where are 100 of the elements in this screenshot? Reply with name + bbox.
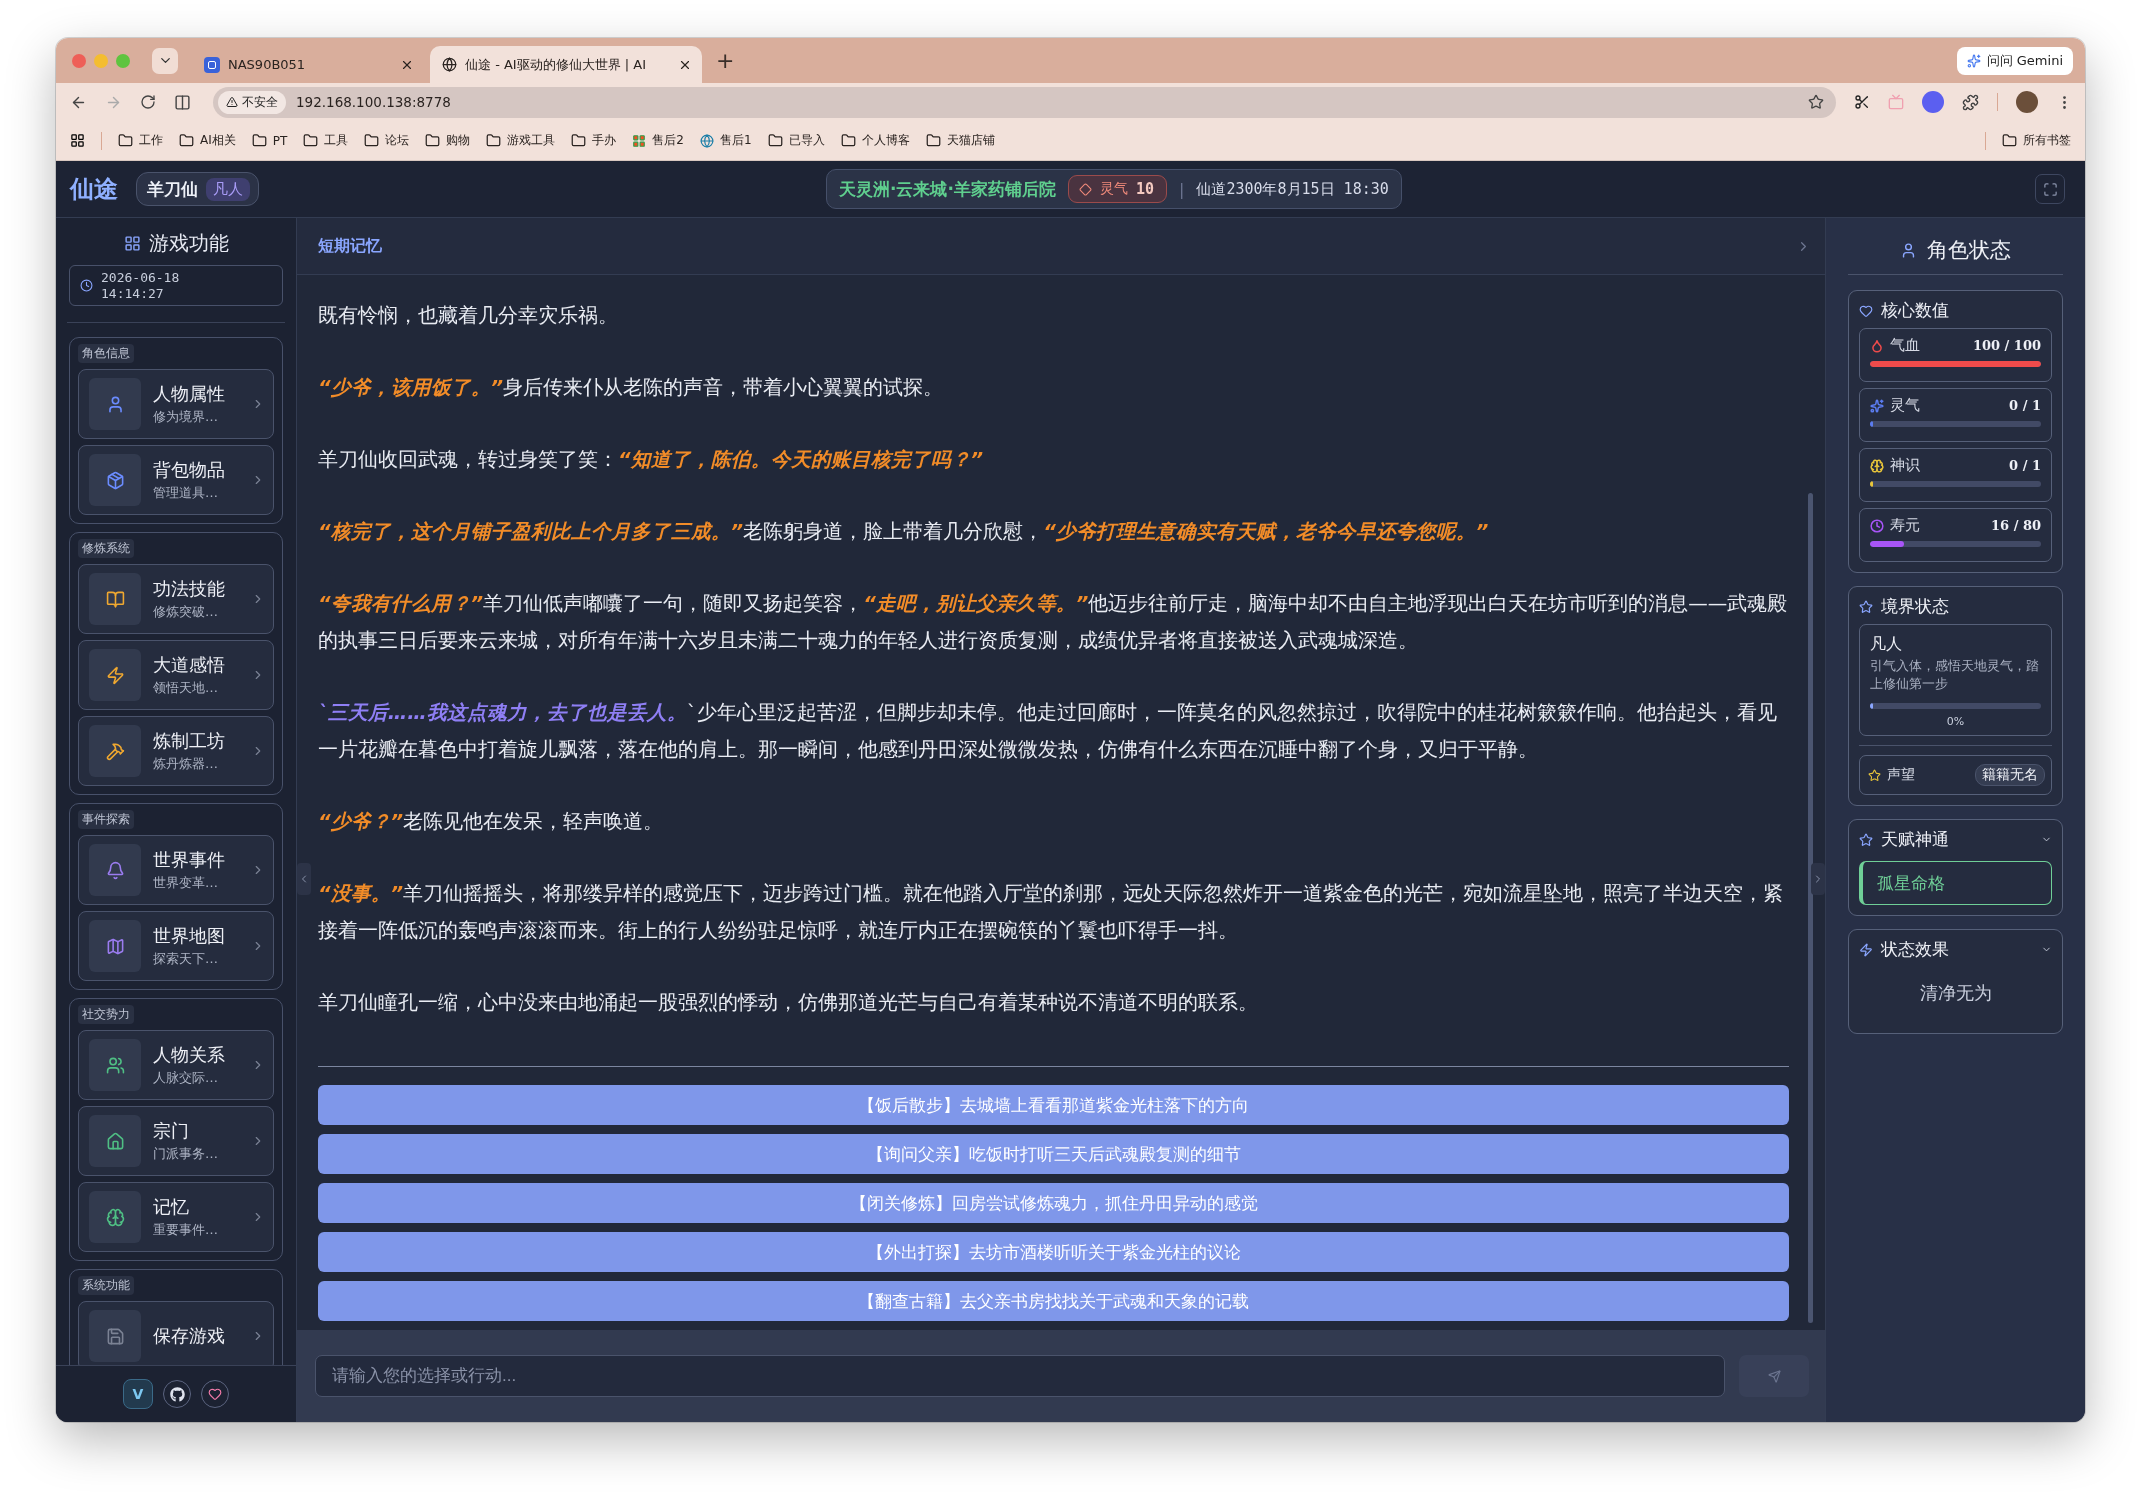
item-subtitle: 修炼突破… bbox=[153, 603, 219, 622]
bookmark[interactable]: 游戏工具 bbox=[486, 132, 556, 149]
profile-avatar[interactable] bbox=[2016, 91, 2038, 113]
memory-bar[interactable]: 短期记忆 bbox=[297, 218, 1825, 275]
menu-item[interactable]: 人物关系 人脉交际… bbox=[78, 1030, 274, 1101]
spirit-label: 灵气 bbox=[1099, 180, 1128, 198]
group-title: 事件探索 bbox=[78, 810, 134, 830]
bookmark[interactable]: 工作 bbox=[118, 132, 163, 149]
item-subtitle: 探索天下… bbox=[153, 950, 219, 969]
bookmark[interactable]: 售后2 bbox=[632, 132, 684, 149]
story-paragraph: “少爷？”老陈见他在发呆，轻声唤道。 bbox=[318, 809, 665, 835]
sparkle-icon bbox=[1966, 53, 1981, 68]
clock-icon bbox=[80, 279, 93, 293]
person-icon bbox=[1900, 241, 1917, 259]
talent-tag: 孤星命格 bbox=[1859, 861, 2052, 905]
tab-title: NAS90B051 bbox=[228, 57, 307, 72]
split-view-icon[interactable] bbox=[174, 93, 191, 111]
version-button[interactable]: V bbox=[123, 1379, 153, 1409]
action-input[interactable]: 请输入您的选择或行动... bbox=[315, 1355, 1725, 1397]
extension-icon[interactable] bbox=[1922, 91, 1944, 113]
send-icon bbox=[1767, 1369, 1781, 1383]
folder-icon bbox=[2002, 133, 2017, 148]
folder-icon bbox=[425, 133, 441, 148]
new-tab-button[interactable]: + bbox=[708, 49, 743, 72]
bookmark[interactable]: 购物 bbox=[425, 132, 471, 149]
card-title: 状态效果 bbox=[1881, 938, 1949, 961]
url-text: 192.168.100.138:8778 bbox=[296, 94, 452, 110]
item-title: 记忆 bbox=[153, 1195, 190, 1220]
browser-tab[interactable]: NAS90B051 bbox=[192, 46, 424, 83]
collapse-right-button[interactable] bbox=[1811, 863, 1825, 895]
address-bar[interactable]: 不安全 192.168.100.138:8778 bbox=[213, 86, 1836, 118]
item-title: 世界事件 bbox=[153, 848, 226, 873]
stat-label: 灵气 bbox=[1890, 396, 1920, 415]
security-chip[interactable]: 不安全 bbox=[218, 90, 286, 114]
menu-item[interactable]: 功法技能 修炼突破… bbox=[78, 564, 274, 635]
scissors-icon[interactable] bbox=[1854, 94, 1870, 110]
stat-icon bbox=[1870, 338, 1884, 353]
bookmark[interactable]: 已导入 bbox=[767, 132, 825, 149]
folder-icon bbox=[251, 133, 267, 148]
item-title: 功法技能 bbox=[153, 577, 226, 602]
bookmark[interactable]: 天猫店铺 bbox=[925, 132, 995, 149]
stat-label: 神识 bbox=[1890, 456, 1920, 475]
group-title: 系统功能 bbox=[78, 1276, 134, 1296]
menu-item[interactable]: 炼制工坊 炼丹炼器… bbox=[78, 716, 274, 787]
player-name: 羊刀仙 bbox=[147, 177, 198, 201]
group-title: 角色信息 bbox=[78, 344, 134, 364]
star-icon bbox=[1868, 768, 1881, 782]
folder-icon bbox=[925, 133, 941, 148]
menu-item[interactable]: 大道感悟 领悟天地… bbox=[78, 640, 274, 711]
tab-list-button[interactable] bbox=[152, 47, 178, 74]
menu-item[interactable]: 世界地图 探索天下… bbox=[78, 911, 274, 982]
browser-tab[interactable]: 仙途 - AI驱动的修仙大世界 | AI bbox=[430, 46, 702, 83]
bookmark[interactable]: 工具 bbox=[303, 132, 349, 149]
bookmark[interactable]: 个人博客 bbox=[840, 132, 910, 149]
extensions-icon[interactable] bbox=[1962, 93, 1979, 111]
tiles-icon bbox=[632, 133, 647, 148]
item-title: 人物属性 bbox=[153, 382, 226, 407]
bookmark-star-icon[interactable] bbox=[1808, 94, 1824, 110]
rank-badge: 凡人 bbox=[206, 177, 250, 201]
menu-item[interactable]: 世界事件 世界变革… bbox=[78, 835, 274, 906]
bookmark[interactable]: 售后1 bbox=[699, 132, 752, 149]
memory-title: 短期记忆 bbox=[318, 235, 382, 257]
card-title: 天赋神通 bbox=[1881, 828, 1949, 851]
fullscreen-button[interactable] bbox=[2035, 174, 2065, 204]
item-subtitle: 炼丹炼器… bbox=[153, 755, 219, 774]
item-subtitle: 管理道具… bbox=[153, 484, 219, 503]
item-subtitle: 人脉交际… bbox=[153, 1069, 219, 1088]
menu-item[interactable]: 记忆 重要事件… bbox=[78, 1182, 274, 1253]
reputation-value: 籍籍无名 bbox=[1975, 764, 2045, 786]
folder-icon bbox=[364, 133, 380, 148]
folder-icon bbox=[303, 133, 319, 148]
stat-icon bbox=[1870, 518, 1884, 533]
heart-icon bbox=[1859, 303, 1873, 318]
collapse-left-button[interactable] bbox=[297, 863, 311, 895]
menu-item[interactable]: 人物属性 修为境界… bbox=[78, 369, 274, 440]
item-subtitle: 重要事件… bbox=[153, 1221, 219, 1240]
menu-item[interactable]: 保存游戏 bbox=[78, 1301, 274, 1365]
bookmark[interactable]: PT bbox=[251, 133, 288, 148]
stat-value: 16 / 80 bbox=[1991, 518, 2041, 533]
star-icon bbox=[1859, 599, 1873, 614]
apps-icon[interactable] bbox=[70, 133, 85, 148]
folder-icon bbox=[767, 133, 783, 148]
bookmark[interactable]: AI相关 bbox=[179, 132, 236, 149]
realm-name: 凡人 bbox=[1870, 634, 1903, 655]
bookmark[interactable]: 论坛 bbox=[364, 132, 410, 149]
item-title: 人物关系 bbox=[153, 1043, 226, 1068]
story-paragraph: “核完了，这个月铺子盈利比上个月多了三成。”老陈躬身道，脸上带着几分欣慰，“少爷打理生意确实有天赋，老爷今早还夸您呢。” bbox=[318, 519, 1490, 545]
menu-item[interactable]: 背包物品 管理道具… bbox=[78, 445, 274, 516]
reload-icon[interactable] bbox=[140, 94, 156, 110]
menu-item[interactable]: 宗门 门派事务… bbox=[78, 1106, 274, 1177]
bookmark[interactable]: 手办 bbox=[571, 132, 617, 149]
scrollbar-thumb[interactable] bbox=[1808, 493, 1813, 1323]
story-paragraph: 既有怜悯，也藏着几分幸灾乐祸。 bbox=[318, 303, 619, 329]
card-title: 境界状态 bbox=[1881, 595, 1949, 618]
gemini-button[interactable]: 问问 Gemini bbox=[1956, 46, 2073, 75]
panel-title: 角色状态 bbox=[1927, 237, 2011, 264]
bookmark[interactable]: 所有书签 bbox=[2002, 132, 2071, 149]
realm-percent: 0% bbox=[1946, 715, 1965, 728]
effect-text: 清净无为 bbox=[1918, 981, 1993, 1005]
item-subtitle: 领悟天地… bbox=[153, 679, 219, 698]
